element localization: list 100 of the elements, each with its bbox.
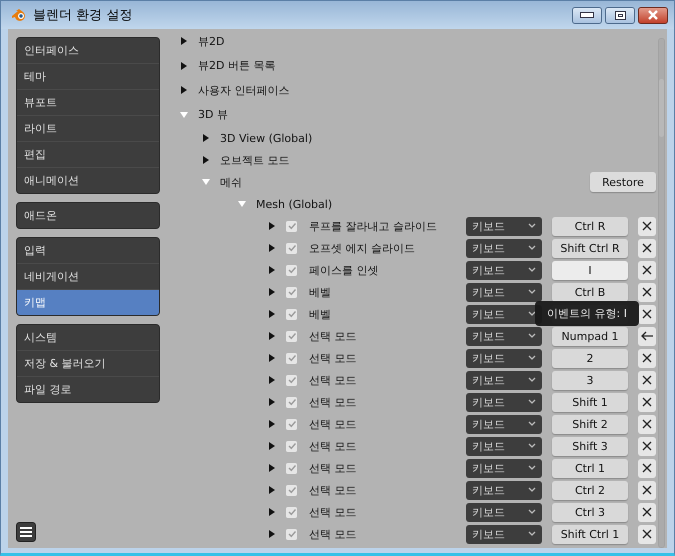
sidebar-item[interactable]: 애드온	[17, 203, 159, 228]
remove-button[interactable]	[638, 524, 656, 544]
checkbox[interactable]	[286, 374, 297, 386]
disclosure-arrow-icon[interactable]	[268, 354, 276, 362]
checkbox[interactable]	[286, 528, 297, 540]
minimize-button[interactable]	[572, 6, 602, 24]
checkbox[interactable]	[286, 242, 297, 254]
key-binding-button[interactable]: Shift Ctrl 1	[552, 524, 628, 544]
tree-item-label[interactable]: 메쉬	[220, 174, 242, 190]
remove-button[interactable]	[638, 392, 656, 412]
disclosure-arrow-icon[interactable]	[268, 288, 276, 296]
checkbox[interactable]	[286, 308, 297, 320]
key-binding-button[interactable]: 3	[552, 370, 628, 390]
input-type-dropdown[interactable]: 키보드	[466, 524, 542, 544]
checkbox[interactable]	[286, 264, 297, 276]
key-binding-button[interactable]: Numpad 1	[552, 326, 628, 346]
disclosure-arrow-icon[interactable]	[268, 486, 276, 494]
key-binding-button[interactable]: Ctrl 3	[552, 502, 628, 522]
checkbox[interactable]	[286, 286, 297, 298]
sidebar-item[interactable]: 인터페이스	[17, 38, 159, 63]
disclosure-arrow-icon[interactable]	[268, 508, 276, 516]
disclosure-arrow-icon[interactable]	[268, 222, 276, 230]
restore-button[interactable]: Restore	[590, 172, 656, 192]
menu-icon[interactable]	[16, 522, 36, 542]
disclosure-arrow-icon[interactable]	[180, 86, 188, 94]
tree-item-label[interactable]: 뷰2D	[198, 34, 224, 49]
sidebar-item[interactable]: 시스템	[17, 325, 159, 350]
disclosure-arrow-icon[interactable]	[268, 420, 276, 428]
sidebar-item[interactable]: 라이트	[17, 115, 159, 141]
sidebar-item[interactable]: 저장 & 불러오기	[17, 350, 159, 376]
checkbox[interactable]	[286, 352, 297, 364]
disclosure-arrow-icon[interactable]	[268, 266, 276, 274]
tree-item-label[interactable]: Mesh (Global)	[256, 198, 332, 210]
scrollbar[interactable]	[658, 38, 665, 548]
remove-button[interactable]	[638, 502, 656, 522]
key-binding-button[interactable]: Ctrl 2	[552, 480, 628, 500]
disclosure-arrow-icon[interactable]	[268, 530, 276, 538]
input-type-dropdown[interactable]: 키보드	[466, 260, 542, 280]
disclosure-arrow-icon[interactable]	[268, 244, 276, 252]
key-binding-button[interactable]: Shift 1	[552, 392, 628, 412]
checkbox[interactable]	[286, 484, 297, 496]
input-type-dropdown[interactable]: 키보드	[466, 326, 542, 346]
checkbox[interactable]	[286, 220, 297, 232]
sidebar-item[interactable]: 뷰포트	[17, 89, 159, 115]
remove-button[interactable]	[638, 370, 656, 390]
remove-button[interactable]	[638, 436, 656, 456]
tree-item-label[interactable]: 3D View (Global)	[220, 132, 312, 144]
key-binding-button[interactable]: Shift 3	[552, 436, 628, 456]
tree-item-label[interactable]: 오브젝트 모드	[220, 152, 290, 168]
sidebar-item[interactable]: 파일 경로	[17, 376, 159, 402]
disclosure-arrow-icon[interactable]	[268, 442, 276, 450]
key-binding-button[interactable]: Shift Ctrl R	[552, 238, 628, 258]
key-binding-button[interactable]: 2	[552, 348, 628, 368]
checkbox[interactable]	[286, 462, 297, 474]
disclosure-arrow-icon[interactable]	[268, 398, 276, 406]
disclosure-arrow-icon[interactable]	[180, 62, 188, 70]
tree-item-label[interactable]: 사용자 인터페이스	[198, 82, 290, 98]
input-type-dropdown[interactable]: 키보드	[466, 414, 542, 434]
checkbox[interactable]	[286, 418, 297, 430]
input-type-dropdown[interactable]: 키보드	[466, 502, 542, 522]
sidebar-item[interactable]: 테마	[17, 63, 159, 89]
input-type-dropdown[interactable]: 키보드	[466, 458, 542, 478]
tree-item-label[interactable]: 3D 뷰	[198, 107, 228, 122]
disclosure-arrow-icon[interactable]	[202, 156, 210, 164]
input-type-dropdown[interactable]: 키보드	[466, 392, 542, 412]
input-type-dropdown[interactable]: 키보드	[466, 436, 542, 456]
disclosure-arrow-icon[interactable]	[268, 464, 276, 472]
remove-button[interactable]	[638, 480, 656, 500]
checkbox[interactable]	[286, 330, 297, 342]
remove-button[interactable]	[638, 348, 656, 368]
remove-button[interactable]	[638, 238, 656, 258]
remove-button[interactable]	[638, 282, 656, 302]
disclosure-arrow-icon[interactable]	[180, 37, 188, 46]
sidebar-item[interactable]: 키맵	[17, 289, 159, 315]
restore-arrow-button[interactable]	[638, 326, 656, 346]
checkbox[interactable]	[286, 440, 297, 452]
remove-button[interactable]	[638, 458, 656, 478]
input-type-dropdown[interactable]: 키보드	[466, 348, 542, 368]
key-binding-button[interactable]: I	[552, 260, 628, 280]
sidebar-item[interactable]: 편집	[17, 141, 159, 167]
sidebar-item[interactable]: 입력	[17, 238, 159, 263]
key-binding-button[interactable]: Ctrl 1	[552, 458, 628, 478]
checkbox[interactable]	[286, 506, 297, 518]
disclosure-arrow-icon[interactable]	[268, 332, 276, 340]
input-type-dropdown[interactable]: 키보드	[466, 282, 542, 302]
key-binding-button[interactable]: Ctrl R	[552, 216, 628, 236]
disclosure-arrow-icon[interactable]	[268, 376, 276, 384]
remove-button[interactable]	[638, 414, 656, 434]
key-binding-button[interactable]: Ctrl B	[552, 282, 628, 302]
close-button[interactable]	[638, 6, 668, 24]
input-type-dropdown[interactable]: 키보드	[466, 370, 542, 390]
key-binding-button[interactable]: Shift 2	[552, 414, 628, 434]
checkbox[interactable]	[286, 396, 297, 408]
remove-button[interactable]	[638, 304, 656, 324]
disclosure-arrow-icon[interactable]	[268, 310, 276, 318]
sidebar-item[interactable]: 애니메이션	[17, 167, 159, 193]
input-type-dropdown[interactable]: 키보드	[466, 238, 542, 258]
input-type-dropdown[interactable]: 키보드	[466, 216, 542, 236]
remove-button[interactable]	[638, 260, 656, 280]
input-type-dropdown[interactable]: 키보드	[466, 480, 542, 500]
